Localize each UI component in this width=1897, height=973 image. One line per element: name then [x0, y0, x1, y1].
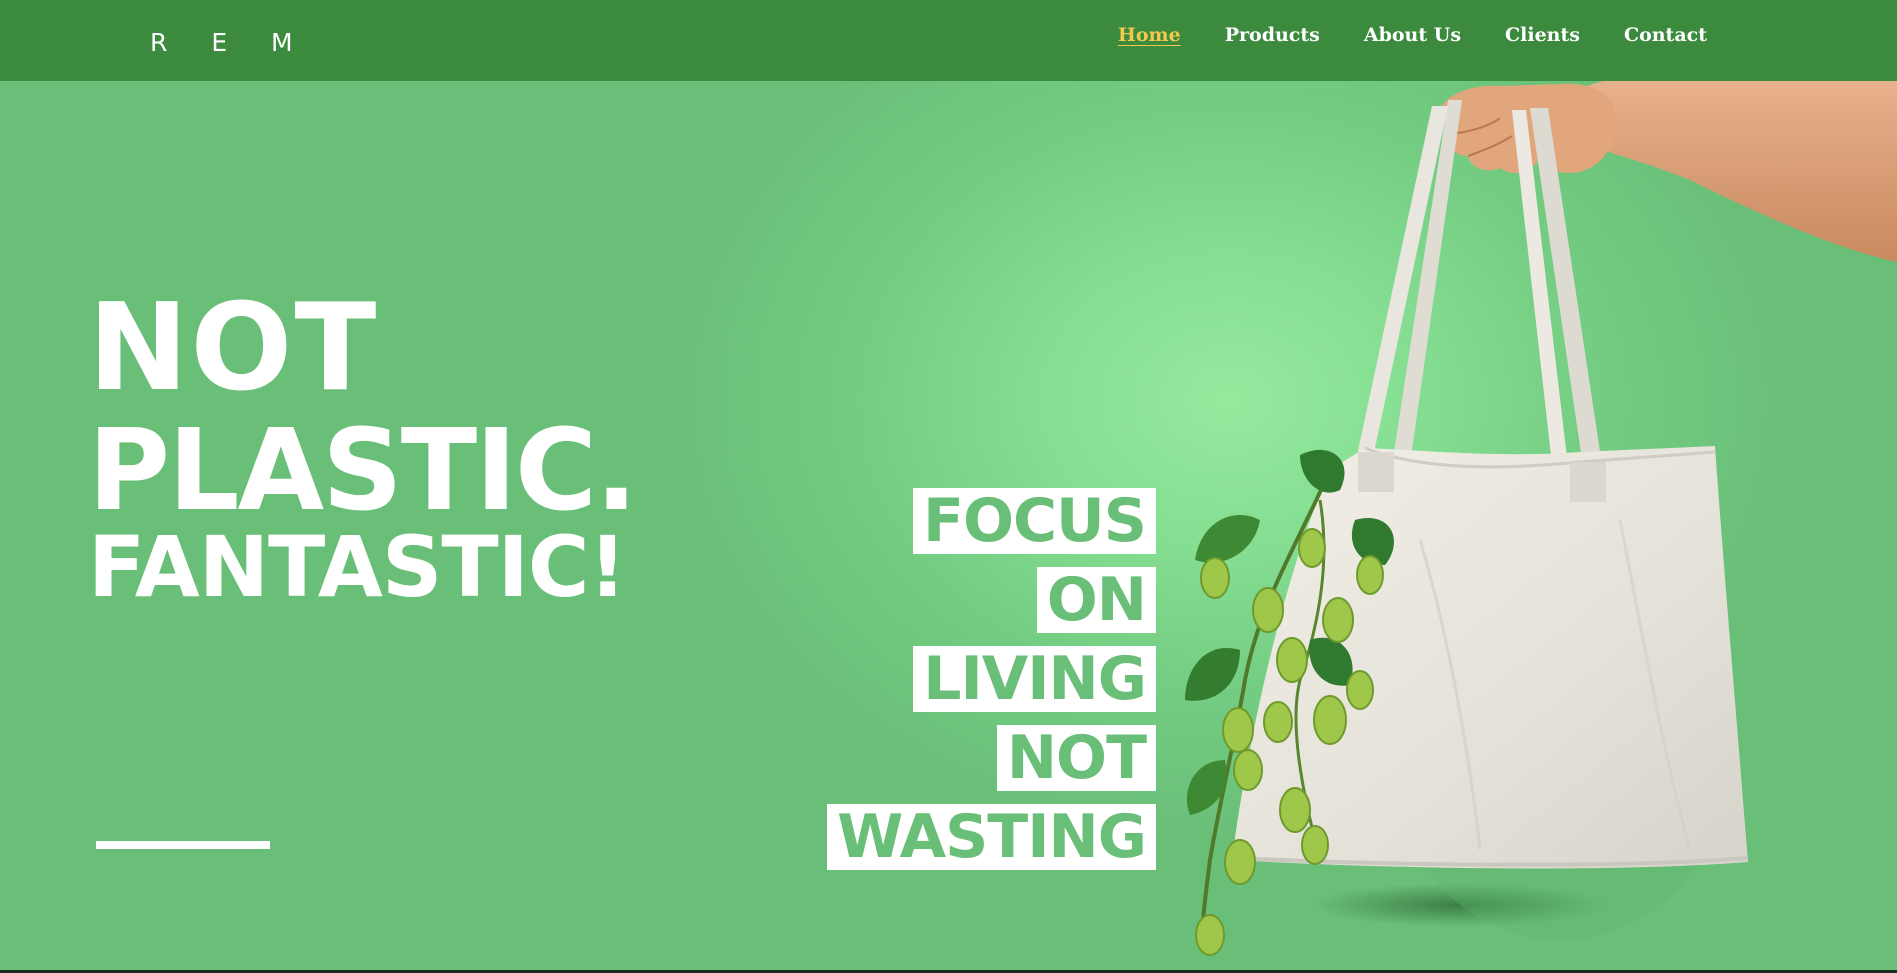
hero-page: R E M Home Products About Us Clients Con… [0, 0, 1897, 973]
slogan-word: ON [1036, 567, 1156, 633]
headline-line-2: PLASTIC. [88, 406, 638, 537]
slogan-word: FOCUS [913, 488, 1156, 554]
nav-contact[interactable]: Contact [1624, 24, 1707, 46]
slogan-word: WASTING [827, 804, 1156, 870]
site-header: R E M Home Products About Us Clients Con… [0, 0, 1897, 81]
nav-home[interactable]: Home [1118, 24, 1181, 46]
slogan-word: LIVING [913, 646, 1156, 712]
slogan-stack: FOCUS ON LIVING NOT WASTING [827, 488, 1156, 870]
nav-about-us[interactable]: About Us [1364, 24, 1461, 46]
tote-bag-icon [1231, 100, 1749, 869]
main-nav: Home Products About Us Clients Contact [1118, 24, 1707, 46]
slogan-word: NOT [996, 725, 1156, 791]
site-logo[interactable]: R E M [150, 28, 311, 57]
hero-headline: NOT PLASTIC. FANTASTIC! [88, 279, 638, 617]
nav-clients[interactable]: Clients [1505, 24, 1580, 46]
headline-line-3: FANTASTIC! [88, 518, 627, 617]
hand-icon [1438, 70, 1897, 262]
headline-line-1: NOT [88, 279, 379, 419]
nav-products[interactable]: Products [1225, 24, 1320, 46]
